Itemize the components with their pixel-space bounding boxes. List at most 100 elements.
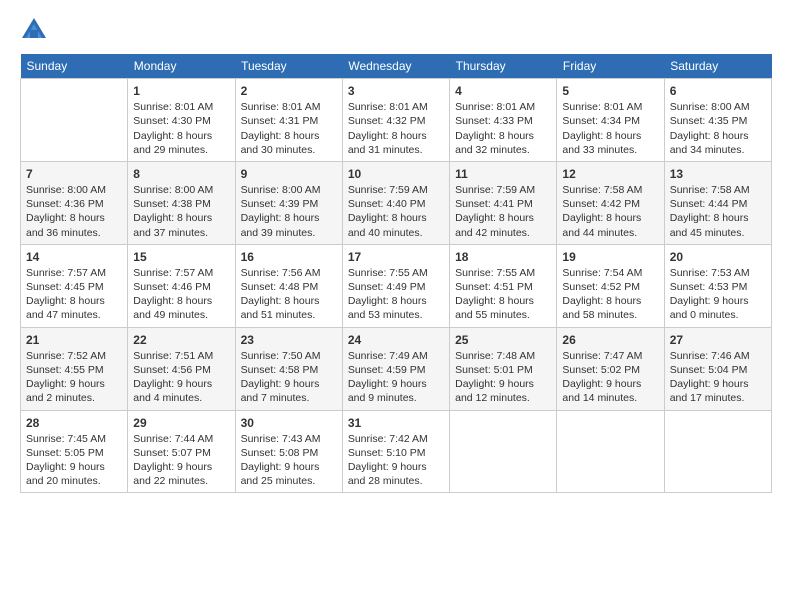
sunrise-text: Sunrise: 7:44 AM: [133, 433, 213, 445]
calendar-cell: 20 Sunrise: 7:53 AM Sunset: 4:53 PM Dayl…: [664, 244, 771, 327]
daylight-text: Daylight: 9 hours and 2 minutes.: [26, 378, 105, 404]
daylight-text: Daylight: 8 hours and 32 minutes.: [455, 130, 534, 156]
calendar-cell: 25 Sunrise: 7:48 AM Sunset: 5:01 PM Dayl…: [450, 327, 557, 410]
day-number: 12: [562, 166, 658, 182]
calendar-cell: 13 Sunrise: 7:58 AM Sunset: 4:44 PM Dayl…: [664, 161, 771, 244]
day-number: 29: [133, 415, 229, 431]
calendar-cell: 18 Sunrise: 7:55 AM Sunset: 4:51 PM Dayl…: [450, 244, 557, 327]
sunrise-text: Sunrise: 7:58 AM: [670, 184, 750, 196]
sunset-text: Sunset: 4:52 PM: [562, 281, 640, 293]
daylight-text: Daylight: 8 hours and 53 minutes.: [348, 295, 427, 321]
daylight-text: Daylight: 8 hours and 30 minutes.: [241, 130, 320, 156]
sunrise-text: Sunrise: 8:01 AM: [455, 101, 535, 113]
calendar-cell: 3 Sunrise: 8:01 AM Sunset: 4:32 PM Dayli…: [342, 79, 449, 162]
calendar-cell: 11 Sunrise: 7:59 AM Sunset: 4:41 PM Dayl…: [450, 161, 557, 244]
weekday-header: Tuesday: [235, 54, 342, 79]
day-number: 14: [26, 249, 122, 265]
sunset-text: Sunset: 4:53 PM: [670, 281, 748, 293]
day-number: 28: [26, 415, 122, 431]
calendar-cell: 17 Sunrise: 7:55 AM Sunset: 4:49 PM Dayl…: [342, 244, 449, 327]
sunrise-text: Sunrise: 7:59 AM: [348, 184, 428, 196]
sunrise-text: Sunrise: 7:56 AM: [241, 267, 321, 279]
sunrise-text: Sunrise: 7:57 AM: [133, 267, 213, 279]
daylight-text: Daylight: 9 hours and 25 minutes.: [241, 461, 320, 487]
day-number: 9: [241, 166, 337, 182]
day-number: 18: [455, 249, 551, 265]
sunset-text: Sunset: 4:48 PM: [241, 281, 319, 293]
daylight-text: Daylight: 9 hours and 0 minutes.: [670, 295, 749, 321]
sunset-text: Sunset: 4:31 PM: [241, 115, 319, 127]
sunrise-text: Sunrise: 8:01 AM: [241, 101, 321, 113]
day-number: 3: [348, 83, 444, 99]
sunset-text: Sunset: 4:36 PM: [26, 198, 104, 210]
sunset-text: Sunset: 4:56 PM: [133, 364, 211, 376]
day-number: 30: [241, 415, 337, 431]
calendar-cell: 12 Sunrise: 7:58 AM Sunset: 4:42 PM Dayl…: [557, 161, 664, 244]
sunset-text: Sunset: 4:39 PM: [241, 198, 319, 210]
calendar-table: SundayMondayTuesdayWednesdayThursdayFrid…: [20, 54, 772, 493]
calendar-week-row: 7 Sunrise: 8:00 AM Sunset: 4:36 PM Dayli…: [21, 161, 772, 244]
sunset-text: Sunset: 4:44 PM: [670, 198, 748, 210]
calendar-cell: 15 Sunrise: 7:57 AM Sunset: 4:46 PM Dayl…: [128, 244, 235, 327]
weekday-header: Thursday: [450, 54, 557, 79]
calendar-cell: 26 Sunrise: 7:47 AM Sunset: 5:02 PM Dayl…: [557, 327, 664, 410]
sunrise-text: Sunrise: 8:01 AM: [562, 101, 642, 113]
calendar-cell: 2 Sunrise: 8:01 AM Sunset: 4:31 PM Dayli…: [235, 79, 342, 162]
day-number: 1: [133, 83, 229, 99]
day-number: 17: [348, 249, 444, 265]
calendar-cell: 4 Sunrise: 8:01 AM Sunset: 4:33 PM Dayli…: [450, 79, 557, 162]
calendar-week-row: 28 Sunrise: 7:45 AM Sunset: 5:05 PM Dayl…: [21, 410, 772, 493]
sunset-text: Sunset: 4:42 PM: [562, 198, 640, 210]
calendar-week-row: 14 Sunrise: 7:57 AM Sunset: 4:45 PM Dayl…: [21, 244, 772, 327]
daylight-text: Daylight: 8 hours and 55 minutes.: [455, 295, 534, 321]
sunrise-text: Sunrise: 8:00 AM: [670, 101, 750, 113]
day-number: 26: [562, 332, 658, 348]
calendar-cell: 9 Sunrise: 8:00 AM Sunset: 4:39 PM Dayli…: [235, 161, 342, 244]
day-number: 27: [670, 332, 766, 348]
sunset-text: Sunset: 5:05 PM: [26, 447, 104, 459]
daylight-text: Daylight: 9 hours and 17 minutes.: [670, 378, 749, 404]
calendar-cell: 23 Sunrise: 7:50 AM Sunset: 4:58 PM Dayl…: [235, 327, 342, 410]
daylight-text: Daylight: 8 hours and 36 minutes.: [26, 212, 105, 238]
calendar-cell: 16 Sunrise: 7:56 AM Sunset: 4:48 PM Dayl…: [235, 244, 342, 327]
calendar-cell: 21 Sunrise: 7:52 AM Sunset: 4:55 PM Dayl…: [21, 327, 128, 410]
daylight-text: Daylight: 8 hours and 49 minutes.: [133, 295, 212, 321]
day-number: 7: [26, 166, 122, 182]
daylight-text: Daylight: 8 hours and 44 minutes.: [562, 212, 641, 238]
page-container: SundayMondayTuesdayWednesdayThursdayFrid…: [0, 0, 792, 503]
sunrise-text: Sunrise: 7:48 AM: [455, 350, 535, 362]
sunset-text: Sunset: 4:38 PM: [133, 198, 211, 210]
daylight-text: Daylight: 9 hours and 20 minutes.: [26, 461, 105, 487]
sunrise-text: Sunrise: 8:01 AM: [133, 101, 213, 113]
calendar-cell: 8 Sunrise: 8:00 AM Sunset: 4:38 PM Dayli…: [128, 161, 235, 244]
calendar-cell: 31 Sunrise: 7:42 AM Sunset: 5:10 PM Dayl…: [342, 410, 449, 493]
sunrise-text: Sunrise: 7:53 AM: [670, 267, 750, 279]
sunset-text: Sunset: 5:01 PM: [455, 364, 533, 376]
weekday-header: Friday: [557, 54, 664, 79]
sunset-text: Sunset: 4:41 PM: [455, 198, 533, 210]
sunrise-text: Sunrise: 7:50 AM: [241, 350, 321, 362]
sunset-text: Sunset: 4:45 PM: [26, 281, 104, 293]
calendar-cell: 1 Sunrise: 8:01 AM Sunset: 4:30 PM Dayli…: [128, 79, 235, 162]
daylight-text: Daylight: 8 hours and 31 minutes.: [348, 130, 427, 156]
day-number: 10: [348, 166, 444, 182]
calendar-cell: 24 Sunrise: 7:49 AM Sunset: 4:59 PM Dayl…: [342, 327, 449, 410]
day-number: 22: [133, 332, 229, 348]
sunset-text: Sunset: 5:04 PM: [670, 364, 748, 376]
day-number: 13: [670, 166, 766, 182]
sunrise-text: Sunrise: 7:49 AM: [348, 350, 428, 362]
daylight-text: Daylight: 8 hours and 58 minutes.: [562, 295, 641, 321]
sunset-text: Sunset: 4:46 PM: [133, 281, 211, 293]
sunrise-text: Sunrise: 7:46 AM: [670, 350, 750, 362]
page-header: [20, 16, 772, 44]
sunset-text: Sunset: 4:40 PM: [348, 198, 426, 210]
sunrise-text: Sunrise: 7:55 AM: [348, 267, 428, 279]
calendar-cell: [664, 410, 771, 493]
calendar-cell: 22 Sunrise: 7:51 AM Sunset: 4:56 PM Dayl…: [128, 327, 235, 410]
sunrise-text: Sunrise: 8:00 AM: [26, 184, 106, 196]
daylight-text: Daylight: 9 hours and 7 minutes.: [241, 378, 320, 404]
sunrise-text: Sunrise: 7:45 AM: [26, 433, 106, 445]
logo: [20, 16, 52, 44]
sunrise-text: Sunrise: 7:59 AM: [455, 184, 535, 196]
sunrise-text: Sunrise: 7:55 AM: [455, 267, 535, 279]
